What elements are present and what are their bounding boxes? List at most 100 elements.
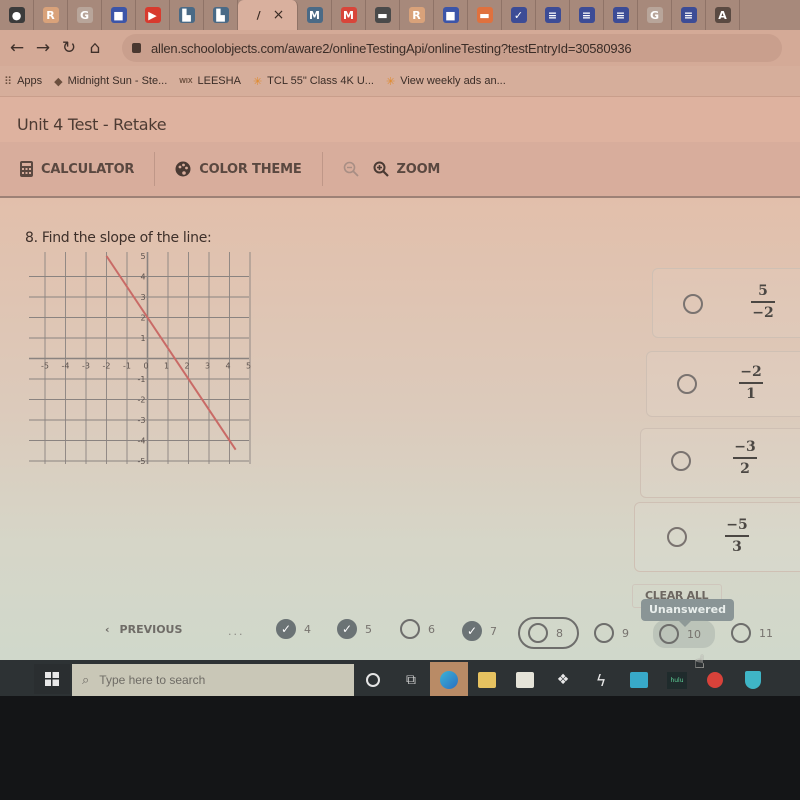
forward-arrow-icon[interactable]: → bbox=[30, 38, 56, 58]
start-button[interactable] bbox=[34, 664, 70, 694]
google-icon: G bbox=[646, 7, 663, 23]
youtube-icon: ▶ bbox=[144, 7, 161, 23]
question-nav-9[interactable]: 9 bbox=[594, 623, 629, 643]
url-text[interactable]: allen.schoolobjects.com/aware2/onlineTes… bbox=[151, 41, 632, 56]
question-nav-5[interactable]: ✓ 5 bbox=[337, 619, 372, 639]
empty-circle-icon bbox=[528, 623, 548, 643]
y-tick-label: 1 bbox=[141, 334, 146, 343]
denominator: 1 bbox=[746, 385, 756, 402]
bookmark-weekly-ads[interactable]: ✳ View weekly ads an... bbox=[386, 75, 506, 88]
browser-tab[interactable]: G bbox=[638, 0, 672, 30]
zoom-meeting-icon: ■ bbox=[442, 7, 459, 23]
x-tick-label: 0 bbox=[144, 362, 149, 371]
windows-logo-icon bbox=[45, 672, 59, 686]
defender-icon[interactable] bbox=[734, 662, 772, 698]
browser-tab[interactable]: ● bbox=[0, 0, 34, 30]
question-nav-11[interactable]: 11 bbox=[731, 623, 773, 643]
fraction-bar bbox=[751, 301, 775, 303]
browser-tab[interactable]: ✓ bbox=[502, 0, 536, 30]
empty-circle-icon bbox=[400, 619, 420, 639]
app-bolt-icon[interactable]: ϟ bbox=[582, 662, 620, 698]
edge-icon[interactable] bbox=[430, 662, 468, 698]
file-explorer-icon[interactable] bbox=[468, 662, 506, 698]
taskbar-search[interactable]: ⌕ Type here to search bbox=[72, 664, 354, 696]
fraction: −2 1 bbox=[739, 364, 763, 402]
hand-cursor-icon: ☝ bbox=[694, 652, 705, 673]
browser-tab[interactable]: M bbox=[298, 0, 332, 30]
calculator-button[interactable]: CALCULATOR bbox=[0, 152, 154, 186]
mail-icon[interactable] bbox=[620, 662, 658, 698]
browser-tab[interactable]: ≡ bbox=[570, 0, 604, 30]
color-theme-button[interactable]: COLOR THEME bbox=[155, 152, 321, 186]
x-tick-label: 4 bbox=[226, 362, 231, 371]
answer-choice-3[interactable]: −3 2 bbox=[640, 428, 800, 498]
taskbar-apps: ⧉ ❖ ϟ hulu bbox=[354, 662, 772, 698]
browser-tab[interactable]: M bbox=[332, 0, 366, 30]
browser-tab[interactable]: ≡ bbox=[536, 0, 570, 30]
question-number: 9 bbox=[622, 626, 629, 640]
test-toolbar: CALCULATOR COLOR THEME ZOOM bbox=[0, 142, 800, 198]
home-icon[interactable]: ⌂ bbox=[82, 38, 108, 58]
task-view-icon[interactable]: ⧉ bbox=[392, 662, 430, 698]
more-questions-ellipsis[interactable]: ... bbox=[228, 625, 245, 638]
hulu-icon[interactable]: hulu bbox=[658, 662, 696, 698]
bookmark-apps[interactable]: ⠿ Apps bbox=[4, 75, 42, 88]
browser-tab[interactable]: / × bbox=[238, 0, 298, 30]
browser-tab[interactable]: ▬ bbox=[366, 0, 400, 30]
denominator: −2 bbox=[752, 304, 774, 321]
bookmark-midnight-sun[interactable]: ◆ Midnight Sun - Ste... bbox=[54, 75, 167, 88]
browser-tab[interactable]: ≡ bbox=[604, 0, 638, 30]
radio-button[interactable] bbox=[667, 527, 687, 547]
answer-choice-1[interactable]: 5 −2 bbox=[652, 268, 800, 338]
previous-button[interactable]: ‹ PREVIOUS bbox=[105, 623, 182, 636]
browser-tab[interactable]: ■ bbox=[102, 0, 136, 30]
browser-tab[interactable]: G bbox=[68, 0, 102, 30]
chrome-icon: ● bbox=[8, 7, 25, 23]
question-nav-6[interactable]: 6 bbox=[400, 619, 435, 639]
browser-tab[interactable]: ▙ bbox=[170, 0, 204, 30]
x-tick-label: 3 bbox=[205, 362, 210, 371]
radio-button[interactable] bbox=[683, 294, 703, 314]
radio-button[interactable] bbox=[671, 451, 691, 471]
close-tab-icon[interactable]: × bbox=[273, 7, 285, 23]
gmail-icon: M bbox=[306, 7, 323, 23]
question-number: 10 bbox=[687, 627, 701, 641]
zoom-out-icon[interactable] bbox=[343, 161, 359, 177]
browser-tab[interactable]: ▶ bbox=[136, 0, 170, 30]
question-nav-4[interactable]: ✓ 4 bbox=[276, 619, 311, 639]
classroom-icon: ▙ bbox=[212, 7, 229, 23]
question-nav-7[interactable]: ✓ 7 bbox=[462, 621, 497, 641]
browser-tab[interactable]: ■ bbox=[434, 0, 468, 30]
empty-circle-icon bbox=[659, 624, 679, 644]
answer-choice-2[interactable]: −2 1 bbox=[646, 351, 800, 417]
question-nav-10[interactable]: 10 bbox=[653, 620, 715, 648]
back-arrow-icon[interactable]: ← bbox=[4, 38, 30, 58]
question-nav-8-current[interactable]: 8 bbox=[518, 617, 579, 649]
store-icon[interactable] bbox=[506, 662, 544, 698]
zoom-label: ZOOM bbox=[396, 161, 441, 177]
answer-choice-4[interactable]: −5 3 bbox=[634, 502, 800, 572]
slides-icon: ▬ bbox=[476, 7, 493, 23]
calculator-label: CALCULATOR bbox=[41, 161, 135, 177]
cortana-icon[interactable] bbox=[354, 662, 392, 698]
browser-tab[interactable]: ▬ bbox=[468, 0, 502, 30]
browser-tab-strip: ● R G ■ ▶ ▙ ▙ / × M M ▬ R ■ ▬ ✓ ≡ ≡ ≡ G ≡ A bbox=[0, 0, 800, 30]
address-bar[interactable]: allen.schoolobjects.com/aware2/onlineTes… bbox=[122, 34, 782, 62]
previous-label: PREVIOUS bbox=[119, 623, 183, 636]
browser-tab[interactable]: R bbox=[400, 0, 434, 30]
bookmark-tcl[interactable]: ✳ TCL 55" Class 4K U... bbox=[253, 75, 374, 88]
question-number: 7 bbox=[490, 624, 497, 638]
browser-tab[interactable]: ▙ bbox=[204, 0, 238, 30]
video-icon: ▬ bbox=[374, 7, 391, 23]
reload-icon[interactable]: ↻ bbox=[56, 38, 82, 58]
question-area: 8. Find the slope of the line: -5 -4 -3 -2 -… bbox=[0, 198, 800, 660]
y-tick-label: -5 bbox=[138, 457, 146, 464]
bookmark-leesha[interactable]: WIX LEESHA bbox=[179, 75, 241, 87]
zoom-controls: ZOOM bbox=[323, 152, 461, 186]
browser-tab[interactable]: ≡ bbox=[672, 0, 706, 30]
browser-tab[interactable]: A bbox=[706, 0, 740, 30]
dropbox-icon[interactable]: ❖ bbox=[544, 662, 582, 698]
radio-button[interactable] bbox=[677, 374, 697, 394]
zoom-in-icon[interactable] bbox=[373, 161, 389, 177]
browser-tab[interactable]: R bbox=[34, 0, 68, 30]
